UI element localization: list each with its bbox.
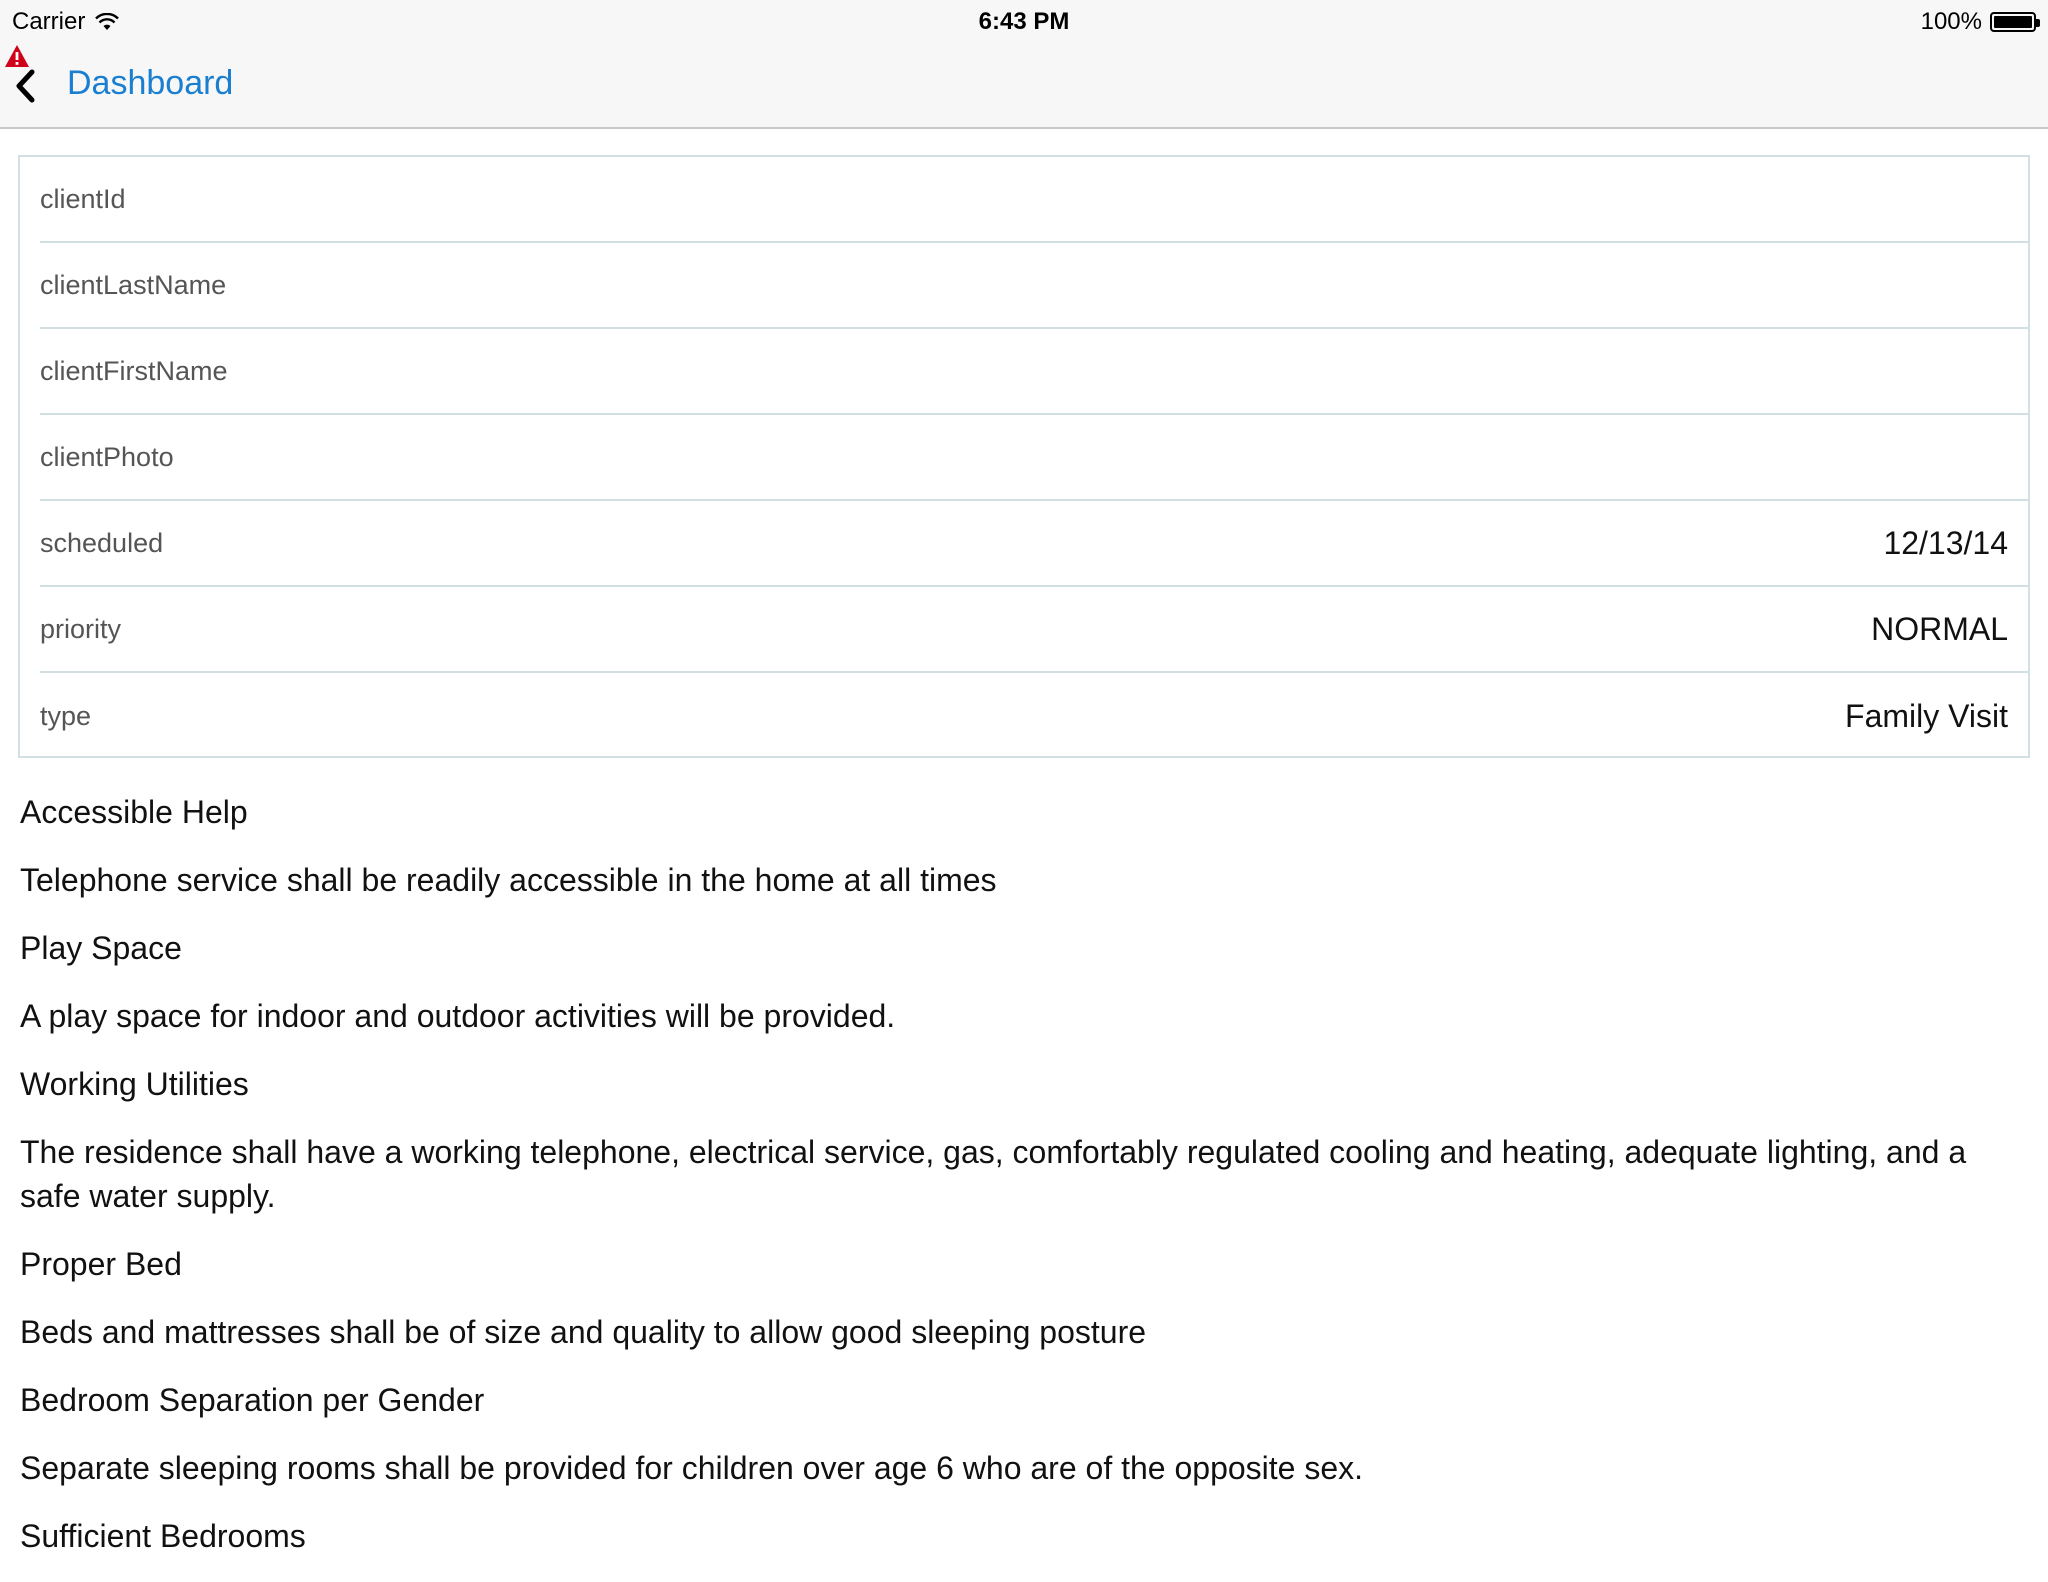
back-chevron-icon[interactable] [10, 66, 40, 106]
form-label: priority [40, 613, 122, 644]
standard-title: Sufficient Bedrooms [20, 1518, 306, 1554]
form-row-client-first-name[interactable]: clientFirstName [40, 329, 2028, 415]
battery-percent: 100% [1920, 8, 1982, 35]
battery-icon [1990, 12, 2040, 32]
form-row-type[interactable]: type Family Visit [40, 673, 2028, 759]
form-value: NORMAL [1871, 610, 2008, 647]
standard-description: A play space for indoor and outdoor acti… [20, 998, 896, 1034]
status-bar: Carrier 6:43 PM 100% [0, 0, 2048, 40]
form-value: Family Visit [1845, 697, 2008, 734]
battery-fill [1994, 16, 2032, 28]
form-row-scheduled[interactable]: scheduled 12/13/14 [40, 501, 2028, 587]
standard-title: Proper Bed [20, 1246, 182, 1282]
standard-description: Beds and mattresses shall be of size and… [20, 1314, 1147, 1350]
form-label: scheduled [40, 527, 164, 558]
form-label: clientPhoto [40, 441, 174, 472]
status-time: 6:43 PM [978, 8, 1070, 35]
form-label: clientLastName [40, 269, 227, 300]
standard-title: Bedroom Separation per Gender [20, 1382, 485, 1418]
form-value: 12/13/14 [1883, 524, 2008, 561]
form-row-client-id[interactable]: clientId [40, 157, 2028, 243]
form-row-client-last-name[interactable]: clientLastName [40, 243, 2028, 329]
form-label: type [40, 700, 92, 731]
standard-description: Telephone service shall be readily acces… [20, 862, 997, 898]
form-label: clientId [40, 183, 126, 214]
visit-details-table: clientId clientLastName clientFirstName … [18, 155, 2030, 758]
standard-title: Accessible Help [20, 794, 248, 830]
status-right: 100% [1920, 8, 2040, 36]
back-button[interactable]: Dashboard [67, 64, 233, 103]
standard-description: The residence shall have a working telep… [20, 1134, 1967, 1214]
form-row-client-photo[interactable]: clientPhoto [40, 415, 2028, 501]
standard-title: Working Utilities [20, 1066, 249, 1102]
form-row-priority[interactable]: priority NORMAL [40, 587, 2028, 673]
navigation-bar: Dashboard [0, 40, 2048, 129]
standard-title: Play Space [20, 930, 182, 966]
warning-icon [5, 45, 29, 67]
standard-description: Separate sleeping rooms shall be provide… [20, 1450, 1364, 1486]
form-label: clientFirstName [40, 355, 228, 386]
standards-list: Accessible Help Telephone service shall … [20, 790, 2030, 1582]
